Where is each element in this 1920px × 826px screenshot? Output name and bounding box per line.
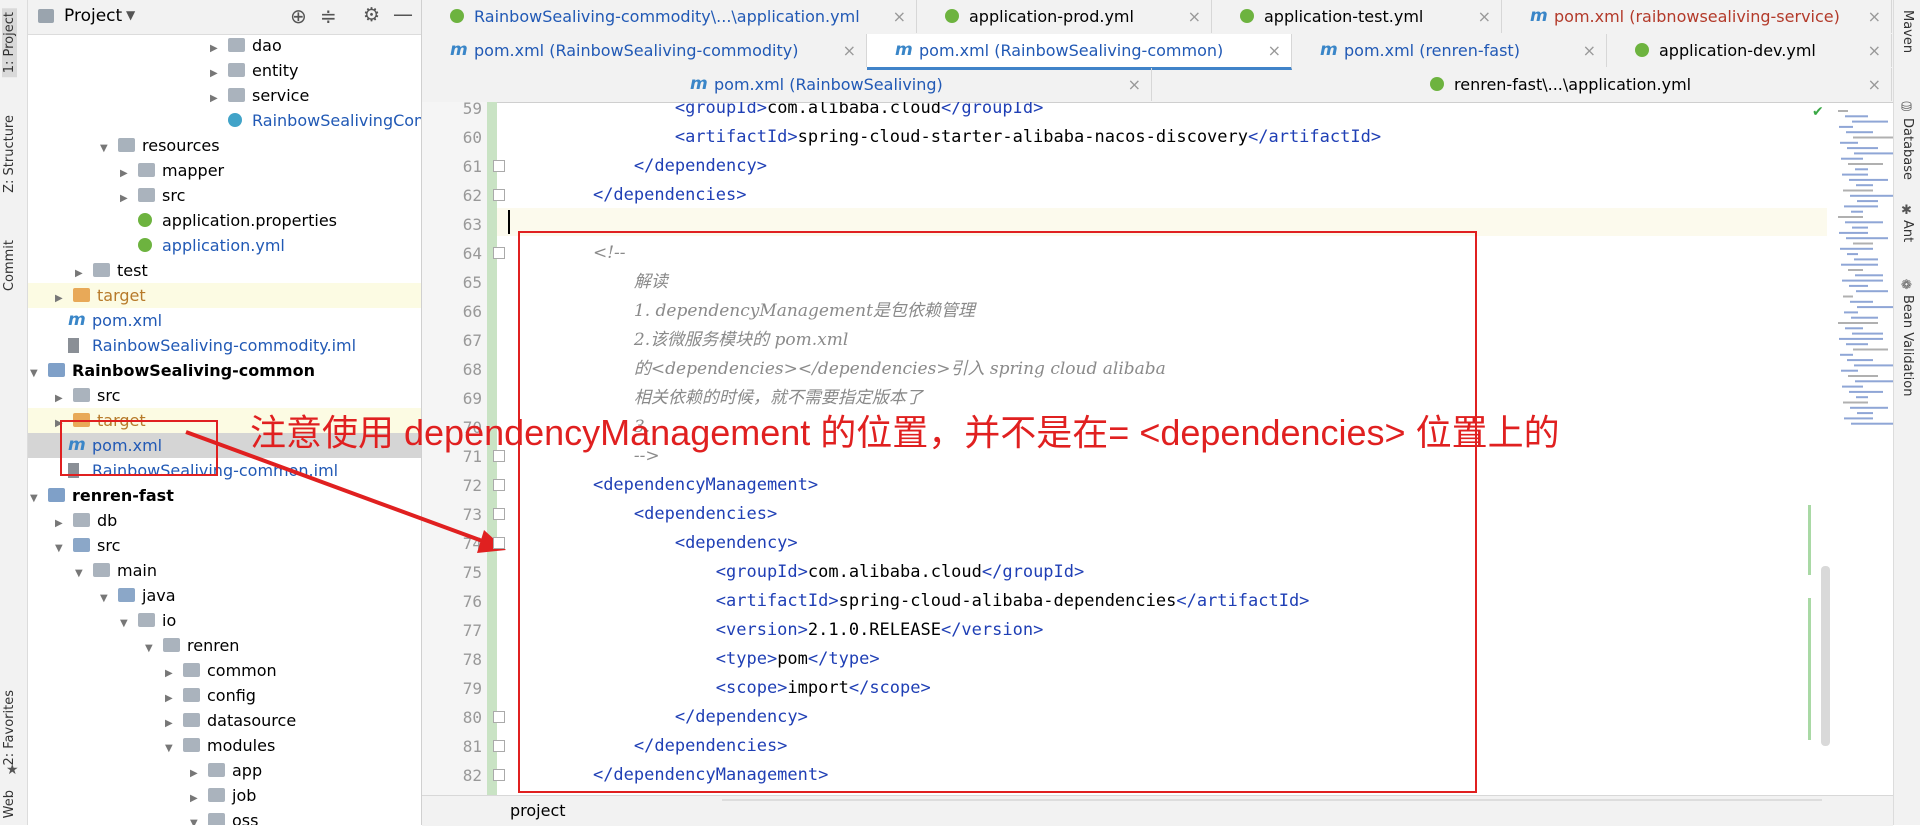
fold-marker-icon[interactable] bbox=[493, 711, 505, 723]
annotation-arrow bbox=[185, 430, 506, 553]
fold-marker-icon[interactable] bbox=[493, 160, 505, 172]
fold-marker-icon[interactable] bbox=[493, 537, 505, 549]
fold-marker-icon[interactable] bbox=[493, 508, 505, 520]
fold-marker-icon[interactable] bbox=[493, 450, 505, 462]
fold-marker-icon[interactable] bbox=[493, 769, 505, 781]
fold-marker-icon[interactable] bbox=[493, 479, 505, 491]
annotation-arrow-line bbox=[185, 430, 497, 548]
fold-marker-icon[interactable] bbox=[493, 189, 505, 201]
fold-marker-icon[interactable] bbox=[493, 247, 505, 259]
fold-marker-icon[interactable] bbox=[493, 740, 505, 752]
